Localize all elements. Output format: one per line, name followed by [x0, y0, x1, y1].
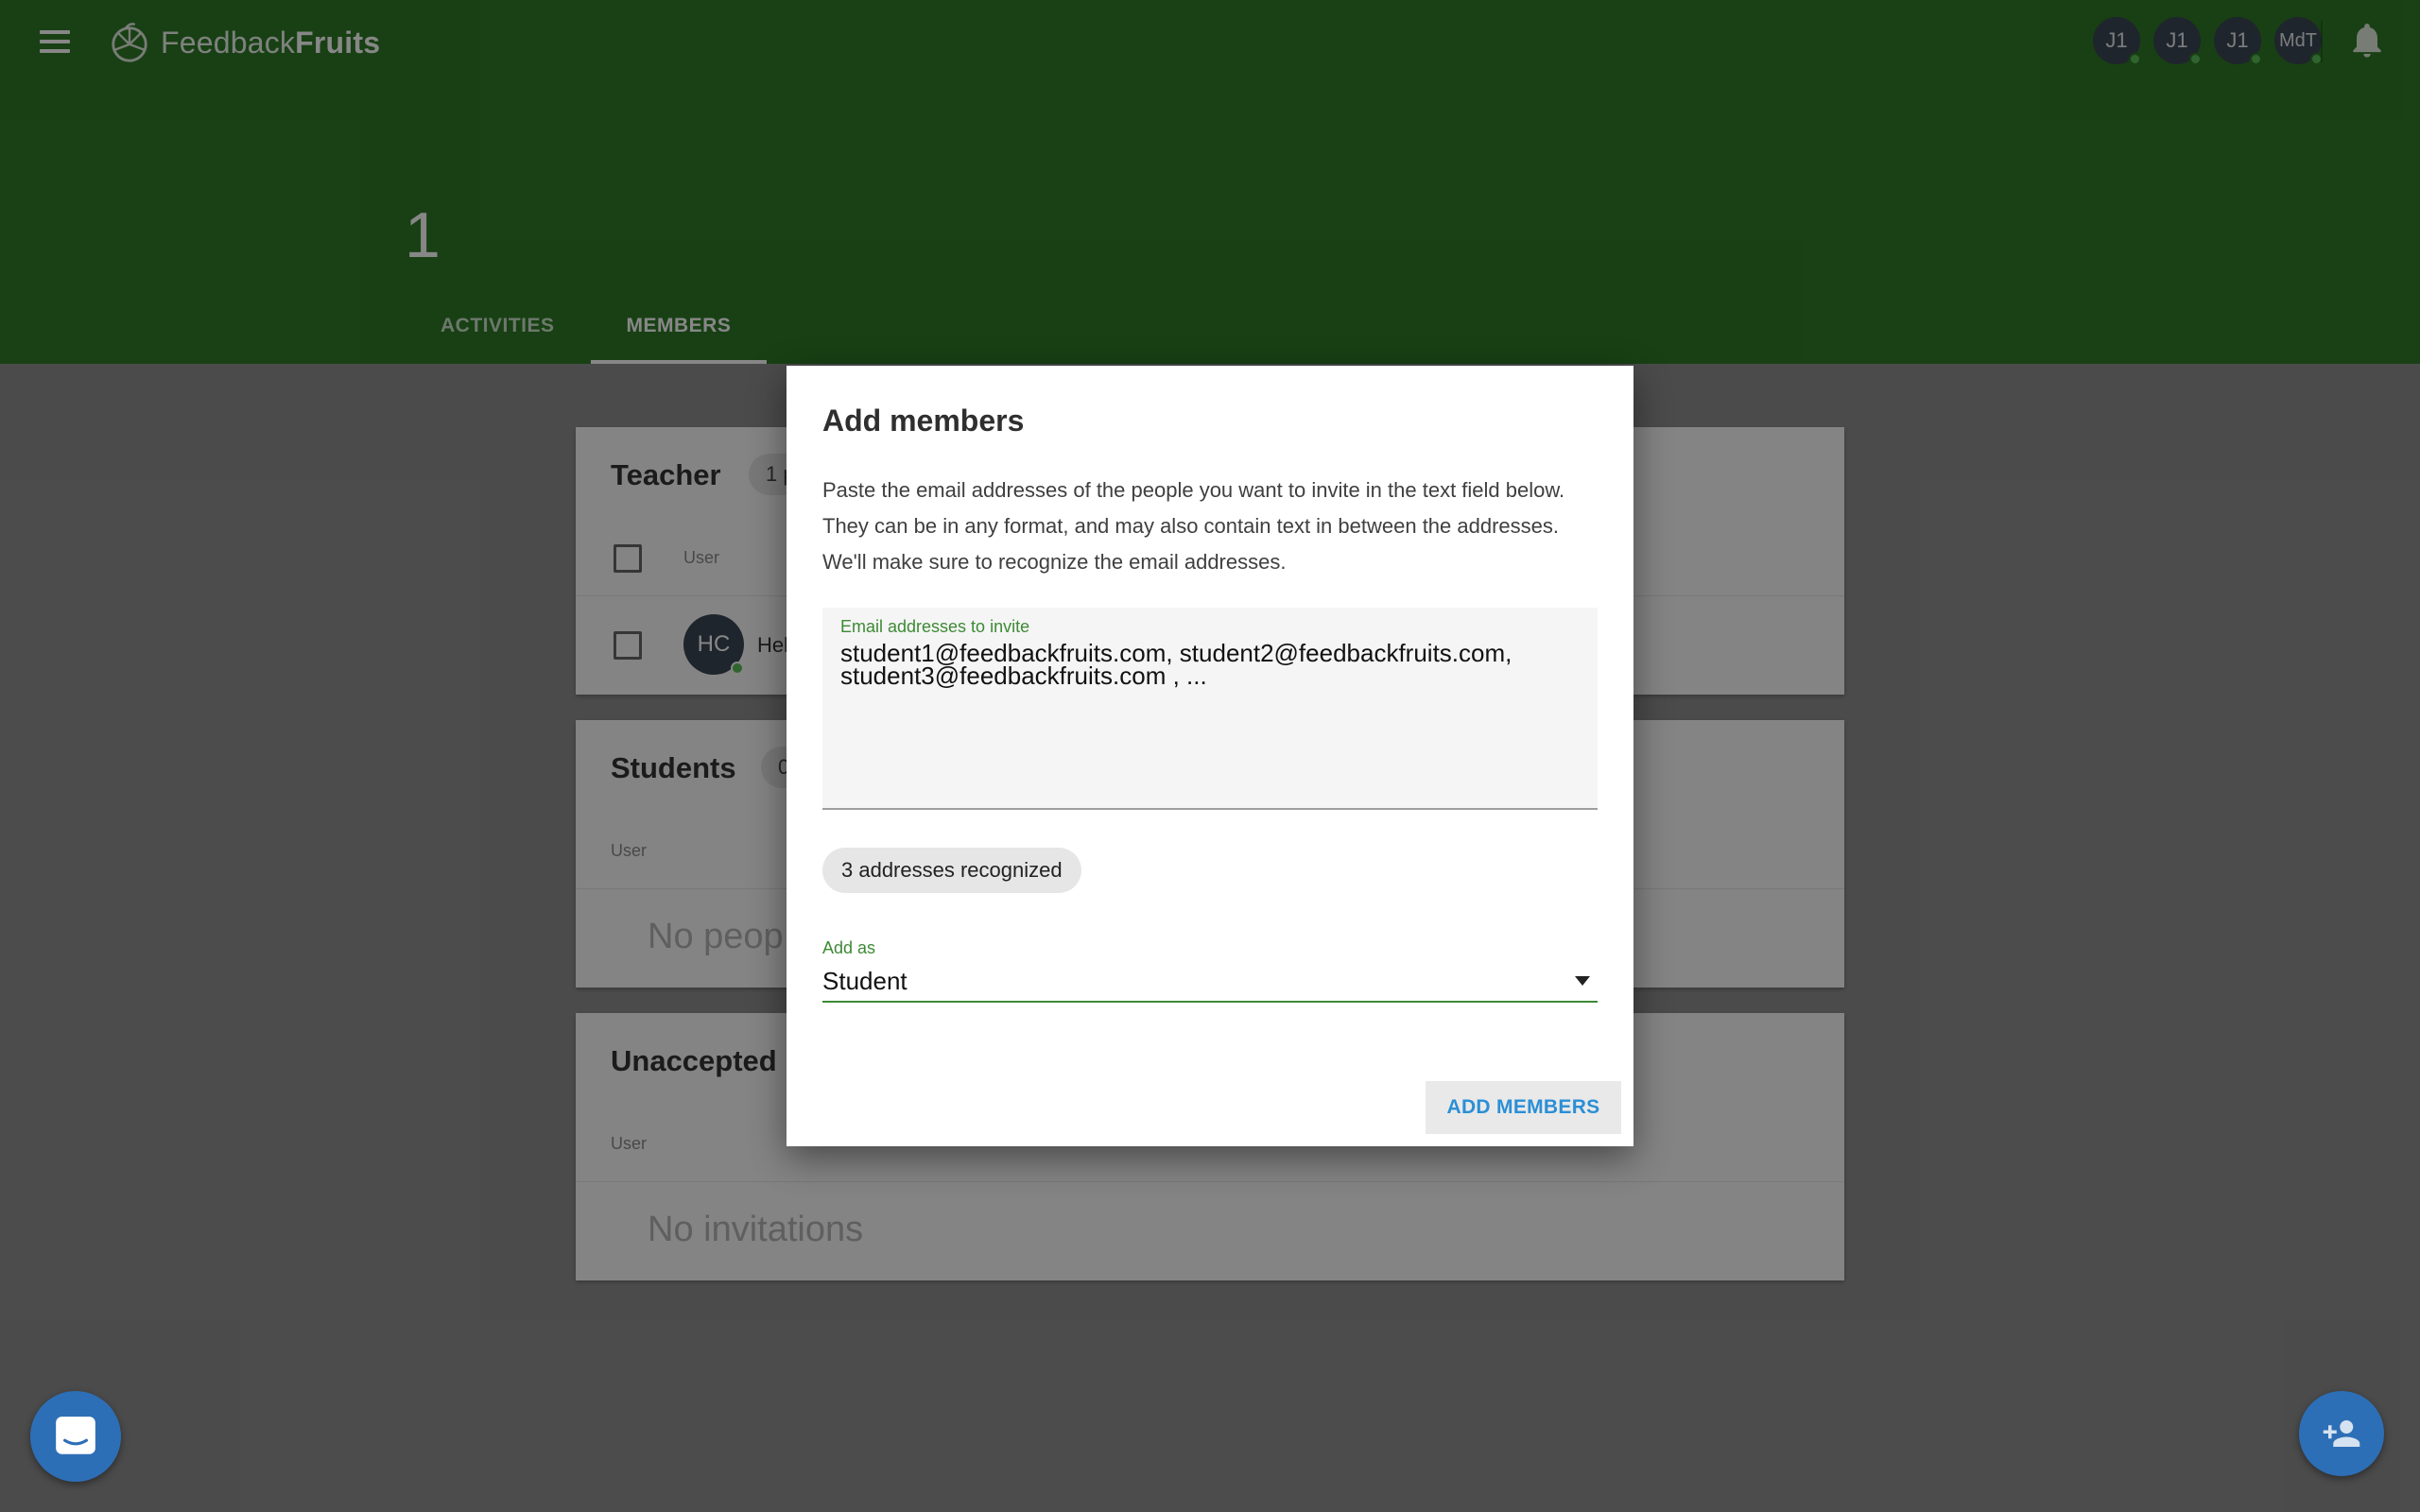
caret-down-icon: [1575, 976, 1590, 986]
add-as-label: Add as: [822, 938, 876, 957]
chat-launcher-button[interactable]: [30, 1391, 121, 1482]
add-members-button[interactable]: ADD MEMBERS: [1426, 1081, 1621, 1134]
email-field-label: Email addresses to invite: [840, 617, 1030, 636]
dialog-description: Paste the email addresses of the people …: [822, 478, 1565, 574]
email-addresses-field[interactable]: Email addresses to invite student1@feedb…: [822, 608, 1598, 810]
add-members-dialog: Add members Paste the email addresses of…: [786, 366, 1634, 1146]
email-field-value[interactable]: student1@feedbackfruits.com, student2@fe…: [840, 641, 1568, 688]
add-as-value: Student: [822, 967, 908, 995]
add-as-select[interactable]: Student: [822, 959, 1598, 1003]
person-add-icon: [2323, 1420, 2360, 1447]
add-member-fab[interactable]: [2299, 1391, 2384, 1476]
chat-icon: [56, 1417, 95, 1454]
recognized-addresses-chip: 3 addresses recognized: [822, 848, 1081, 893]
dialog-title: Add members: [822, 404, 1025, 438]
